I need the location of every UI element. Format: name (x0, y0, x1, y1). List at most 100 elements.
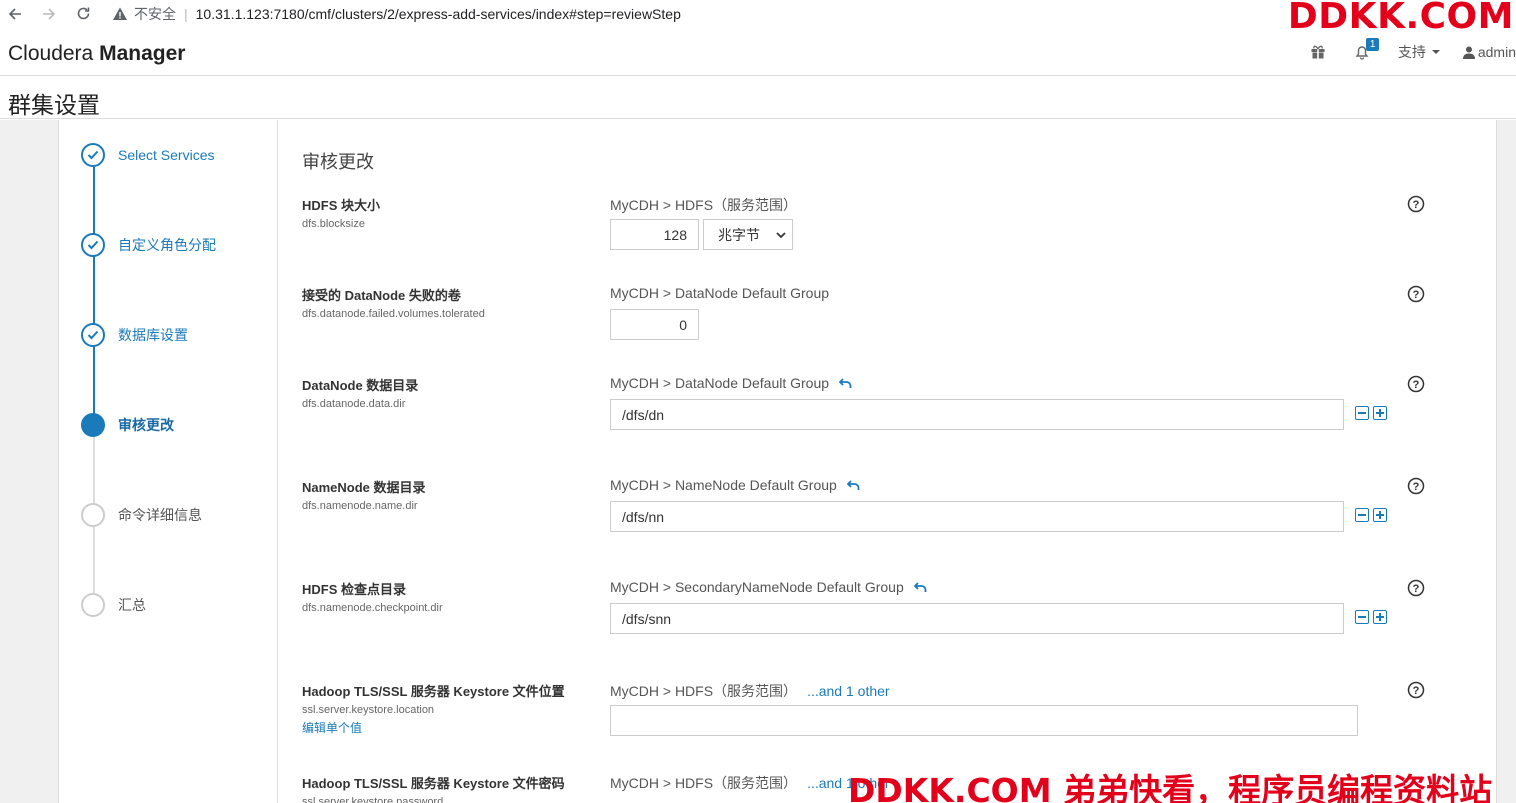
scope-label: MyCDH > SecondaryNameNode Default Group (610, 579, 904, 595)
brand-light: Cloudera (8, 42, 94, 65)
unit-selected: 兆字节 (718, 226, 760, 243)
namenode-dir-input[interactable]: /dfs/nn (610, 501, 1344, 532)
page-title-bar: 群集设置 (0, 77, 1516, 119)
property-scope: MyCDH > NameNode Default Group (610, 477, 860, 493)
property-scope: MyCDH > SecondaryNameNode Default Group (610, 579, 927, 595)
property-scope: MyCDH > HDFS（服务范围） (610, 195, 797, 215)
add-item-button[interactable] (1373, 508, 1387, 522)
step-custom-role-assignment[interactable]: 自定义角色分配 (81, 233, 216, 257)
step-label: 命令详细信息 (118, 507, 202, 523)
insecure-label: 不安全 (134, 5, 176, 22)
help-icon[interactable]: ? (1407, 375, 1425, 393)
step-label: 审核更改 (118, 417, 174, 433)
list-buttons (1355, 610, 1387, 624)
address-bar[interactable]: 不安全 | 10.31.1.123:7180/cmf/clusters/2/ex… (112, 2, 681, 26)
svg-text:?: ? (1413, 583, 1420, 595)
step-summary: 汇总 (81, 593, 146, 617)
scope-label: MyCDH > HDFS（服务范围） (610, 775, 798, 791)
property-scope: MyCDH > DataNode Default Group (610, 375, 852, 391)
watermark-bottom: DDKK.COM 弟弟快看，程序员编程资料站 (848, 771, 1493, 803)
pending-step-icon (81, 503, 105, 527)
property-name: DataNode 数据目录 (302, 378, 419, 393)
property-name: HDFS 块大小 (302, 198, 381, 213)
svg-text:?: ? (1413, 481, 1420, 493)
step-line-completed (93, 167, 95, 425)
help-icon[interactable]: ? (1407, 195, 1425, 213)
checkpoint-dir-input[interactable]: /dfs/snn (610, 603, 1344, 634)
config-row-failed-volumes: 接受的 DataNode 失败的卷 dfs.datanode.failed.vo… (302, 285, 1432, 345)
step-database-setup[interactable]: 数据库设置 (81, 323, 188, 347)
remove-item-button[interactable] (1355, 610, 1369, 624)
more-link[interactable]: ...and 1 other (807, 683, 890, 699)
check-icon (81, 323, 105, 347)
brand-logo[interactable]: Cloudera Manager (8, 42, 185, 66)
check-icon (81, 233, 105, 257)
remove-item-button[interactable] (1355, 406, 1369, 420)
browser-toolbar: 不安全 | 10.31.1.123:7180/cmf/clusters/2/ex… (0, 0, 1516, 37)
property-name: 接受的 DataNode 失败的卷 (302, 288, 461, 303)
gift-icon[interactable] (1310, 44, 1326, 60)
back-icon[interactable] (4, 3, 26, 25)
reload-icon[interactable] (72, 3, 94, 25)
step-select-services[interactable]: Select Services (81, 143, 214, 167)
page-title: 群集设置 (8, 92, 100, 118)
property-scope: MyCDH > HDFS（服务范围） ...and 1 other (610, 681, 890, 701)
unit-select[interactable]: 兆字节 (703, 219, 793, 250)
remove-item-button[interactable] (1355, 508, 1369, 522)
chevron-down-icon (776, 231, 786, 238)
property-scope: MyCDH > DataNode Default Group (610, 285, 829, 301)
support-label: 支持 (1397, 44, 1426, 60)
step-label: 汇总 (118, 597, 146, 613)
brand-bold: Manager (99, 42, 186, 65)
add-item-button[interactable] (1373, 610, 1387, 624)
undo-icon[interactable] (846, 479, 860, 491)
config-row-hdfs-blocksize: HDFS 块大小 dfs.blocksize MyCDH > HDFS（服务范围… (302, 195, 1432, 255)
undo-icon[interactable] (913, 581, 927, 593)
url-separator: | (184, 5, 188, 22)
scope-label: MyCDH > DataNode Default Group (610, 375, 830, 391)
step-review-changes[interactable]: 审核更改 (81, 413, 174, 437)
property-key: dfs.datanode.failed.volumes.tolerated (302, 308, 485, 320)
keystore-location-input[interactable] (610, 705, 1358, 736)
svg-text:?: ? (1413, 685, 1420, 697)
property-name: NameNode 数据目录 (302, 480, 426, 495)
property-key: dfs.blocksize (302, 218, 365, 230)
step-label: 数据库设置 (118, 327, 188, 343)
step-label: 自定义角色分配 (118, 237, 216, 253)
support-menu[interactable]: 支持 (1398, 42, 1441, 62)
config-row-checkpoint-dir: HDFS 检查点目录 dfs.namenode.checkpoint.dir M… (302, 579, 1432, 639)
config-row-keystore-location: Hadoop TLS/SSL 服务器 Keystore 文件位置 ssl.ser… (302, 681, 1432, 741)
datanode-dir-input[interactable]: /dfs/dn (610, 399, 1344, 430)
sidebar-divider (277, 120, 278, 803)
list-buttons (1355, 508, 1387, 522)
help-icon[interactable]: ? (1407, 579, 1425, 597)
app-header: Cloudera Manager 1 支持 admin (0, 32, 1516, 76)
user-menu[interactable]: admin (1462, 44, 1516, 60)
help-icon[interactable]: ? (1407, 681, 1425, 699)
header-right: 1 支持 admin (1282, 38, 1516, 62)
add-item-button[interactable] (1373, 406, 1387, 420)
scope-label: MyCDH > DataNode Default Group (610, 285, 830, 301)
step-command-details: 命令详细信息 (81, 503, 202, 527)
help-icon[interactable]: ? (1407, 285, 1425, 303)
blocksize-input[interactable]: 128 (610, 219, 699, 250)
current-step-icon (81, 413, 105, 437)
svg-text:?: ? (1413, 199, 1420, 211)
check-icon (81, 143, 105, 167)
list-buttons (1355, 406, 1387, 420)
scope-label: MyCDH > NameNode Default Group (610, 477, 837, 493)
config-row-datanode-dir: DataNode 数据目录 dfs.datanode.data.dir MyCD… (302, 375, 1432, 435)
user-label: admin (1477, 44, 1516, 60)
notification-badge: 1 (1365, 38, 1380, 51)
section-title: 审核更改 (302, 152, 374, 172)
forward-icon[interactable] (38, 3, 60, 25)
caret-down-icon (1431, 50, 1440, 54)
undo-icon[interactable] (839, 377, 852, 389)
user-icon (1462, 46, 1475, 59)
svg-text:?: ? (1413, 289, 1420, 301)
url-text: 10.31.1.123:7180/cmf/clusters/2/express-… (195, 5, 681, 22)
notifications-icon[interactable]: 1 (1354, 38, 1380, 60)
help-icon[interactable]: ? (1407, 477, 1425, 495)
failed-volumes-input[interactable]: 0 (610, 309, 699, 340)
scope-label: MyCDH > HDFS（服务范围） (610, 683, 798, 699)
